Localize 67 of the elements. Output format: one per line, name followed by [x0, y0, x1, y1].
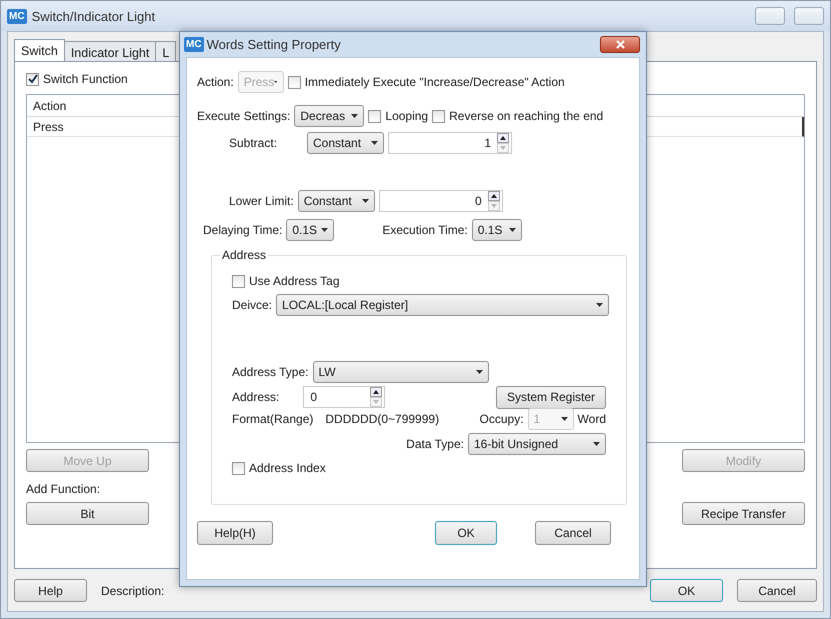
caret-icon: [560, 417, 568, 421]
checkbox[interactable]: [232, 462, 245, 474]
add-function-label: Add Function:: [26, 482, 102, 496]
label: Use Address Tag: [249, 274, 340, 288]
dialog-button[interactable]: Help(H): [197, 521, 273, 545]
number-field[interactable]: 0: [378, 190, 503, 212]
recipe-transfer-button[interactable]: Recipe Transfer: [682, 502, 805, 525]
label: Subtract:: [229, 136, 278, 150]
spinner-icon: [497, 133, 509, 153]
description-label: Description:: [101, 584, 164, 598]
label: Lower Limit:: [229, 194, 294, 208]
address-field[interactable]: 0: [303, 386, 386, 408]
tab[interactable]: Indicator Light: [64, 41, 156, 61]
caret-icon: [351, 114, 358, 118]
dropdown[interactable]: Constant: [298, 190, 375, 212]
label: Action:: [197, 75, 234, 89]
dropdown[interactable]: Decreas: [294, 105, 364, 127]
checkbox[interactable]: [368, 110, 382, 122]
dropdown[interactable]: LW: [312, 361, 488, 383]
ok-button[interactable]: OK: [650, 579, 723, 602]
label: Delaying Time:: [203, 223, 282, 237]
label: Address:: [232, 390, 280, 404]
group-legend: Address: [220, 248, 268, 262]
label: Occupy:: [480, 412, 524, 426]
label: Execution Time:: [382, 223, 468, 237]
spinner-icon: [488, 191, 500, 211]
caret-icon: [593, 442, 600, 446]
help-button[interactable]: Help: [14, 579, 87, 602]
dialog-button[interactable]: OK: [435, 521, 497, 545]
dialog-title: Words Setting Property: [206, 37, 342, 52]
dropdown[interactable]: 16-bit Unsigned: [468, 433, 606, 455]
label: Immediately Execute "Increase/Decrease" Action: [304, 75, 565, 89]
label: DDDDDD(0~799999): [325, 412, 440, 426]
checkbox[interactable]: [288, 76, 301, 88]
dialog-button[interactable]: Cancel: [535, 521, 611, 545]
number-field[interactable]: 1: [388, 132, 512, 154]
caret-icon: [508, 228, 516, 232]
label: Data Type:: [406, 437, 464, 451]
dropdown[interactable]: 0.1S: [472, 219, 522, 241]
bit-button[interactable]: Bit: [26, 502, 149, 525]
label: Deivce:: [232, 298, 272, 312]
caret-icon: [321, 228, 328, 232]
caret-icon: [274, 80, 278, 84]
tab[interactable]: L: [155, 41, 176, 61]
cancel-button[interactable]: Cancel: [737, 579, 817, 602]
tab[interactable]: Switch: [14, 39, 65, 61]
window-title: Switch/Indicator Light: [32, 8, 156, 24]
label: Word: [578, 412, 606, 426]
dropdown[interactable]: Constant: [307, 132, 384, 154]
label: Address Type:: [232, 365, 308, 379]
label: Format(Range): [232, 412, 314, 426]
checkbox[interactable]: [232, 274, 245, 288]
label: Address Index: [249, 461, 326, 475]
system-register-button[interactable]: System Register: [496, 386, 606, 408]
caret-icon: [476, 370, 482, 374]
label: Switch Function: [43, 72, 128, 86]
checkbox[interactable]: [432, 110, 446, 122]
dropdown[interactable]: 0.1S: [286, 219, 334, 241]
app-logo: MC: [184, 37, 204, 52]
dropdown[interactable]: LOCAL:[Local Register]: [276, 294, 610, 316]
caret-icon: [362, 199, 369, 203]
caret-icon: [371, 141, 378, 145]
caret-icon: [596, 303, 604, 307]
app-logo: MC: [7, 8, 27, 24]
checkbox[interactable]: [26, 72, 39, 86]
spinner-icon: [370, 387, 382, 407]
close-button[interactable]: [600, 36, 640, 53]
